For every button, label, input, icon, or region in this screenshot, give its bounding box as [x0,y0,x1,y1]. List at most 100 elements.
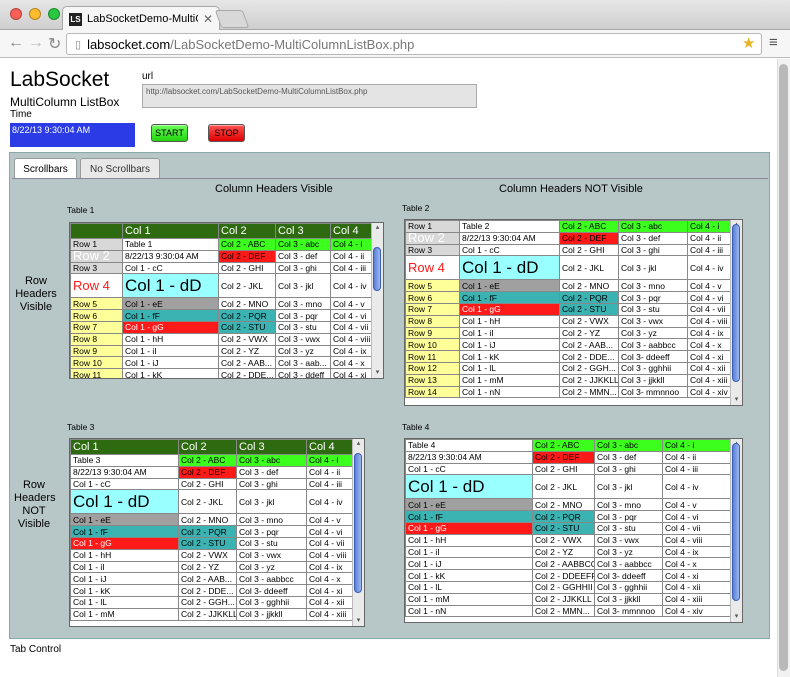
table-row[interactable]: Col 1 - iI Col 2 - YZ Col 3 - yz Col 4 - ix [405,545,730,559]
row-header[interactable]: Row 11 [70,368,123,378]
listbox-scrollbar-thumb[interactable] [732,224,740,382]
table-row[interactable]: Col 1 - fF Col 2 - PQR Col 3 - pqr Col 4 - … [405,510,730,523]
table-row[interactable]: Col 1 - mM Col 2 - JJKKLL Col 3 - jjkkll Co… [70,607,352,621]
zoom-window-button[interactable] [48,8,60,20]
table-row[interactable]: Col 1 - cC Col 2 - GHI Col 3 - ghi Col 4 - … [70,477,352,491]
row-header[interactable]: Row 3 [70,261,123,275]
table-row[interactable]: Row 3 Col 1 - cC Col 2 - GHI Col 3 - ghi Col… [405,243,730,257]
row-header[interactable]: Row 14 [405,385,460,399]
scroll-down-icon[interactable]: ▾ [731,612,742,622]
listbox-scrollbar[interactable]: ▴▾ [371,223,383,378]
row-header[interactable]: Row 12 [405,361,460,375]
table-row[interactable]: Row 3 Col 1 - cC Col 2 - GHI Col 3 - ghi Col… [70,261,371,275]
scroll-down-icon[interactable]: ▾ [353,616,364,626]
row-header[interactable]: Row 7 [405,302,460,316]
row-header[interactable]: Row 2 [70,249,123,263]
column-header-3[interactable]: Col 3 [275,223,331,239]
start-button[interactable]: START [151,124,188,142]
table-row[interactable]: Row 11 Col 1 - kK Col 2 - DDE... Col 3 - dd… [70,368,371,378]
table-row[interactable]: Row 11 Col 1 - kK Col 2 - DDE... Col 3- dde… [405,350,730,363]
table-row[interactable]: Row 4 Col 1 - dD Col 2 - JKL Col 3 - jkl Col… [70,273,371,299]
table-row[interactable]: Row 9 Col 1 - iI Col 2 - YZ Col 3 - yz Col 4… [70,344,371,358]
table-row[interactable]: Row 14 Col 1 - nN Col 2 - MMN... Col 3- mmn… [405,385,730,399]
table-row[interactable]: Col 1 - dD Col 2 - JKL Col 3 - jkl Col 4 - … [70,489,352,515]
table-row[interactable]: Col 1 - iJ Col 2 - AAB... Col 3 - aabbcc Co… [70,572,352,586]
close-window-button[interactable] [10,8,22,20]
table-row[interactable]: Col 1 - fF Col 2 - PQR Col 3 - pqr Col 4 - … [70,525,352,538]
column-header-1[interactable]: Col 1 [122,223,219,239]
table-row[interactable]: Col 1 - hH Col 2 - VWX Col 3 - vwx Col 4 - … [405,533,730,547]
column-header-1[interactable]: Col 1 [70,439,179,455]
row-header[interactable]: Row 13 [405,373,460,387]
row-header[interactable]: Row 4 [70,273,123,299]
table-row[interactable]: Col 1 - kK Col 2 - DDEEFF Col 3- ddeeff Col… [405,569,730,582]
forward-icon[interactable]: → [28,34,44,52]
table-row[interactable]: Row 13 Col 1 - mM Col 2 - JJKKLL Col 3 - jj… [405,373,730,387]
row-header[interactable]: Row 10 [405,338,460,352]
table-3-listbox[interactable]: Col 1 Col 2 Col 3 Col 4 Table 3 Col 2 - ABC Co… [69,438,365,627]
scroll-up-icon[interactable]: ▴ [353,439,364,449]
table-4-listbox[interactable]: Table 4 Col 2 - ABC Col 3 - abc Col 4 - i 8/… [404,438,743,623]
address-bar[interactable]: ▯ labsocket.com/LabSocketDemo-MultiColum… [66,33,762,55]
table-1-listbox[interactable]: Col 1 Col 2 Col 3 Col 4 Row 1 Table 1 Col 2 - … [69,222,384,379]
table-row[interactable]: Row 10 Col 1 - iJ Col 2 - AAB... Col 3 - aa… [70,356,371,370]
row-header[interactable]: Row 2 [405,231,460,245]
row-header[interactable]: Row 9 [405,326,460,340]
table-row[interactable]: Col 1 - iI Col 2 - YZ Col 3 - yz Col 4 - ix [70,560,352,574]
table-row[interactable]: Row 7 Col 1 - gG Col 2 - STU Col 3 - stu Col… [70,320,371,334]
table-row[interactable]: Col 1 - iJ Col 2 - AABBCC Col 3 - aabbcc Co… [405,557,730,571]
table-row[interactable]: Row 2 8/22/13 9:30:04 AM Col 2 - DEF Col 3 … [70,249,371,263]
table-row[interactable]: Col 1 - lL Col 2 - GGHHII Col 3 - gghhii Co… [405,580,730,594]
table-row[interactable]: Row 6 Col 1 - fF Col 2 - PQR Col 3 - pqr Col… [70,309,371,322]
table-row[interactable]: Col 1 - hH Col 2 - VWX Col 3 - vwx Col 4 - … [70,548,352,562]
table-row[interactable]: Col 1 - eE Col 2 - MNO Col 3 - mno Col 4 - … [405,498,730,512]
table-row[interactable]: Row 5 Col 1 - eE Col 2 - MNO Col 3 - mno Col… [405,279,730,293]
column-header-3[interactable]: Col 3 [236,439,307,455]
stop-button[interactable]: STOP [208,124,245,142]
scroll-down-icon[interactable]: ▾ [731,395,742,405]
scroll-up-icon[interactable]: ▴ [372,223,383,233]
bookmark-star-icon[interactable]: ★ [742,34,755,52]
row-header[interactable]: Row 8 [405,314,460,328]
table-row[interactable]: Col 1 - mM Col 2 - JJKKLL Col 3 - jjkkll Co… [405,592,730,606]
table-row[interactable]: Table 3 Col 2 - ABC Col 3 - abc Col 4 - i [70,454,352,467]
table-row[interactable]: Row 8 Col 1 - hH Col 2 - VWX Col 3 - vwx Col… [405,314,730,328]
row-header[interactable]: Row 3 [405,243,460,257]
table-row[interactable]: Table 4 Col 2 - ABC Col 3 - abc Col 4 - i [405,439,730,452]
table-row[interactable]: Col 1 - eE Col 2 - MNO Col 3 - mno Col 4 - … [70,513,352,527]
listbox-scrollbar[interactable]: ▴▾ [730,439,742,622]
scroll-down-icon[interactable]: ▾ [372,368,383,378]
table-row[interactable]: Col 1 - nN Col 2 - MMN... Col 3- mmnnoo Col… [405,604,730,618]
row-header[interactable]: Row 5 [70,297,123,311]
row-header[interactable]: Row 7 [70,320,123,334]
back-icon[interactable]: ← [8,34,24,52]
column-header-4[interactable]: Col 4 [306,439,352,455]
tab-scrollbars[interactable]: Scrollbars [14,158,77,179]
row-header[interactable]: Row 1 [405,220,460,233]
menu-icon[interactable]: ≡ [769,34,778,51]
table-row[interactable]: Col 1 - gG Col 2 - STU Col 3 - stu Col 4 - … [70,536,352,550]
minimize-window-button[interactable] [29,8,41,20]
table-row[interactable]: Row 1 Table 2 Col 2 - ABC Col 3 - abc Col 4 … [405,220,730,233]
browser-tab[interactable]: LS LabSocketDemo-MultiColu ✕ [62,6,220,31]
row-header[interactable]: Row 4 [405,255,460,281]
table-row[interactable]: Col 1 - cC Col 2 - GHI Col 3 - ghi Col 4 - … [405,462,730,476]
listbox-scrollbar[interactable]: ▴▾ [352,439,364,626]
column-header-2[interactable]: Col 2 [178,439,237,455]
listbox-scrollbar-thumb[interactable] [373,247,381,291]
table-row[interactable]: Row 12 Col 1 - lL Col 2 - GGH... Col 3 - gg… [405,361,730,375]
table-row[interactable]: Col 1 - kK Col 2 - DDE... Col 3- ddeeff Col… [70,584,352,597]
table-row[interactable]: Row 2 8/22/13 9:30:04 AM Col 2 - DEF Col 3 … [405,231,730,245]
column-header-2[interactable]: Col 2 [218,223,276,239]
table-row[interactable]: 8/22/13 9:30:04 AM Col 2 - DEF Col 3 - def… [405,450,730,464]
table-row[interactable]: Col 1 - lL Col 2 - GGH... Col 3 - gghhii Co… [70,595,352,609]
row-header[interactable]: Row 9 [70,344,123,358]
table-row[interactable]: Col 1 - dD Col 2 - JKL Col 3 - jkl Col 4 - … [405,474,730,500]
table-2-listbox[interactable]: Row 1 Table 2 Col 2 - ABC Col 3 - abc Col 4 … [404,219,743,406]
row-header[interactable]: Row 10 [70,356,123,370]
table-row[interactable]: Row 8 Col 1 - hH Col 2 - VWX Col 3 - vwx Col… [70,332,371,346]
table-row[interactable]: Row 4 Col 1 - dD Col 2 - JKL Col 3 - jkl Col… [405,255,730,281]
table-row[interactable]: 8/22/13 9:30:04 AM Col 2 - DEF Col 3 - def… [70,465,352,479]
row-header[interactable]: Row 5 [405,279,460,293]
reload-icon[interactable]: ↻ [48,34,61,54]
